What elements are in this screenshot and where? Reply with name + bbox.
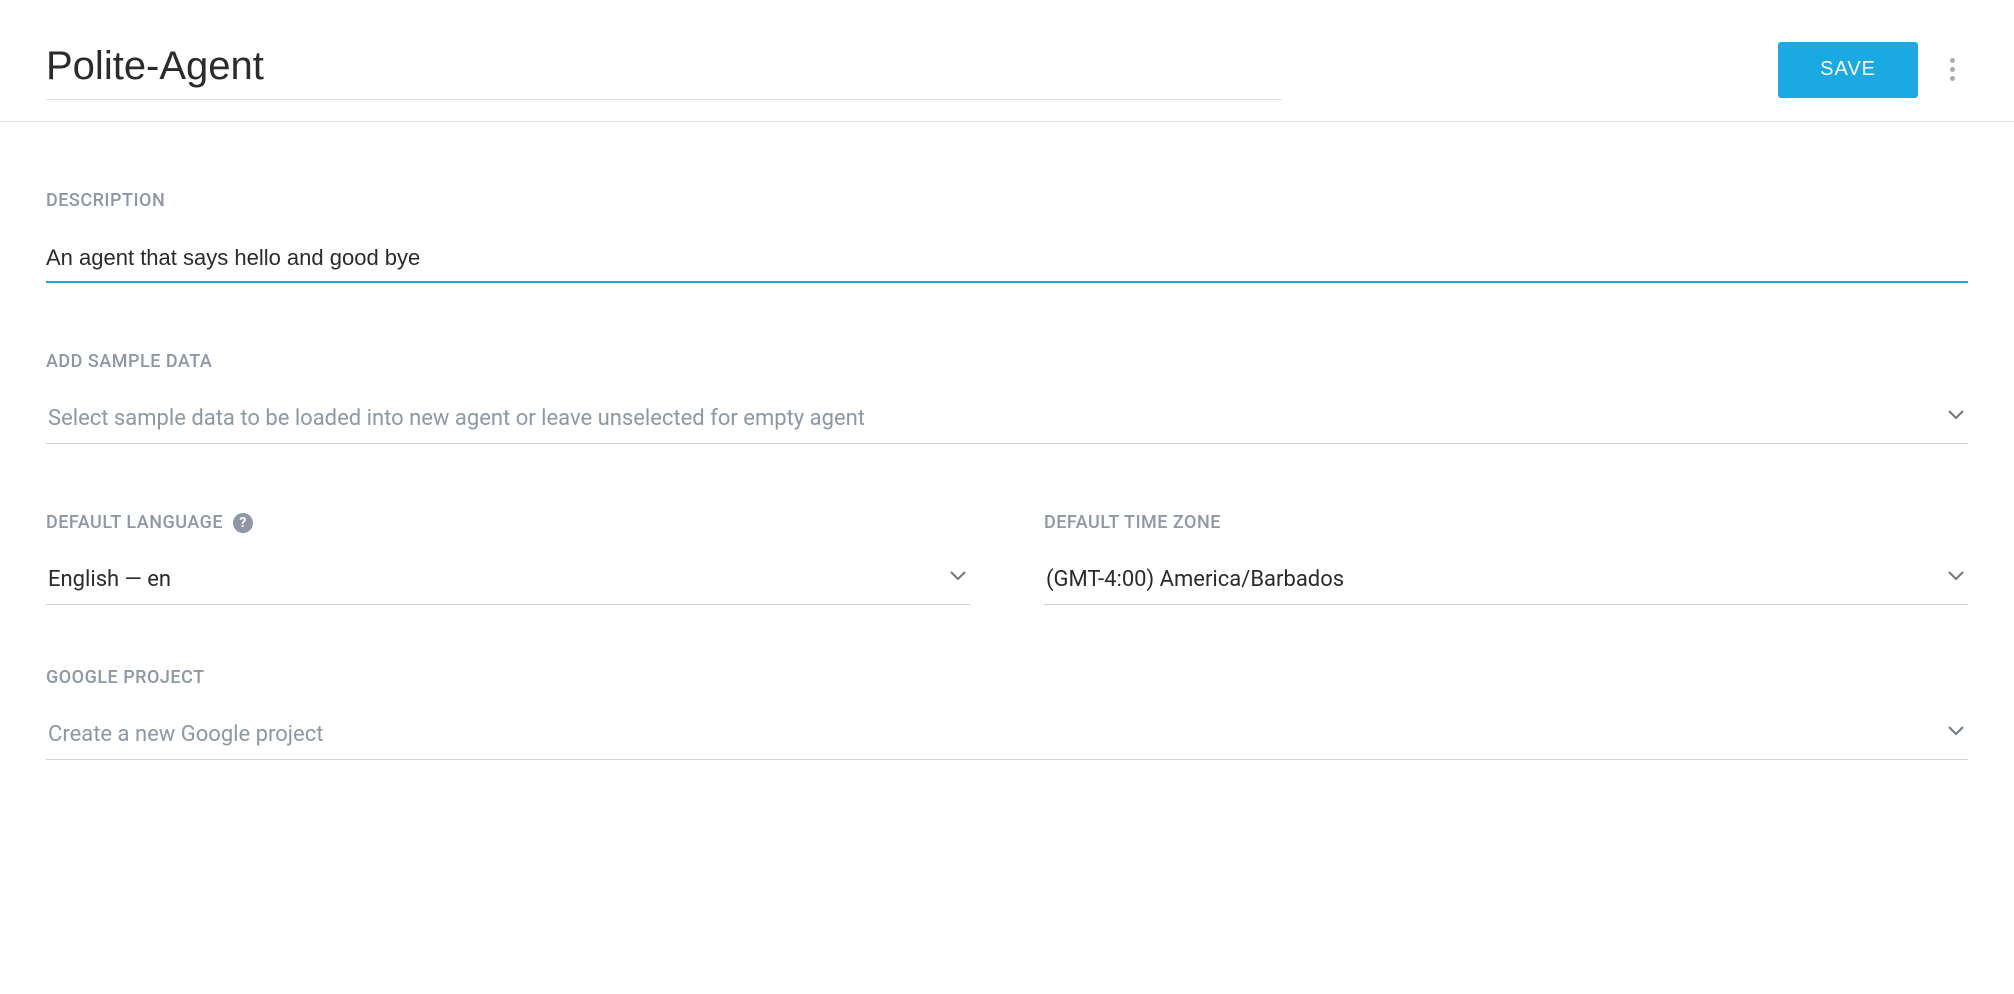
google-project-value: Create a new Google project bbox=[48, 722, 323, 747]
sample-data-block: ADD SAMPLE DATA Select sample data to be… bbox=[46, 351, 1968, 444]
chevron-down-icon bbox=[1948, 571, 1964, 581]
google-project-select[interactable]: Create a new Google project bbox=[46, 718, 1968, 760]
chevron-down-icon bbox=[1948, 726, 1964, 736]
sample-data-value: Select sample data to be loaded into new… bbox=[48, 406, 865, 431]
timezone-select[interactable]: (GMT-4:00) America/Barbados bbox=[1044, 563, 1968, 605]
description-label: DESCRIPTION bbox=[46, 190, 1968, 211]
agent-name-wrap bbox=[46, 40, 1282, 100]
language-select[interactable]: English — en bbox=[46, 563, 970, 605]
page-header: SAVE bbox=[0, 0, 2014, 122]
sample-data-label: ADD SAMPLE DATA bbox=[46, 351, 1968, 372]
google-project-block: GOOGLE PROJECT Create a new Google proje… bbox=[46, 667, 1968, 760]
chevron-down-icon bbox=[1948, 410, 1964, 420]
more-vertical-icon bbox=[1950, 58, 1955, 81]
language-value: English — en bbox=[48, 567, 171, 592]
language-label-text: DEFAULT LANGUAGE bbox=[46, 512, 223, 533]
agent-name-input[interactable] bbox=[46, 40, 1282, 100]
more-menu-button[interactable] bbox=[1936, 50, 1968, 90]
description-input[interactable] bbox=[46, 241, 1968, 283]
google-project-label: GOOGLE PROJECT bbox=[46, 667, 1968, 688]
timezone-label: DEFAULT TIME ZONE bbox=[1044, 512, 1968, 533]
language-block: DEFAULT LANGUAGE ? English — en bbox=[46, 512, 970, 605]
chevron-down-icon bbox=[950, 571, 966, 581]
header-actions: SAVE bbox=[1778, 42, 1968, 98]
description-block: DESCRIPTION bbox=[46, 190, 1968, 283]
sample-data-select[interactable]: Select sample data to be loaded into new… bbox=[46, 402, 1968, 444]
help-icon[interactable]: ? bbox=[233, 513, 253, 533]
lang-tz-row: DEFAULT LANGUAGE ? English — en DEFAULT … bbox=[46, 512, 1968, 605]
agent-settings-page: SAVE DESCRIPTION ADD SAMPLE DATA Select … bbox=[0, 0, 2014, 868]
timezone-value: (GMT-4:00) America/Barbados bbox=[1046, 567, 1344, 592]
save-button[interactable]: SAVE bbox=[1778, 42, 1918, 98]
form-content: DESCRIPTION ADD SAMPLE DATA Select sampl… bbox=[0, 122, 2014, 868]
language-label: DEFAULT LANGUAGE ? bbox=[46, 512, 970, 533]
timezone-block: DEFAULT TIME ZONE (GMT-4:00) America/Bar… bbox=[1044, 512, 1968, 605]
